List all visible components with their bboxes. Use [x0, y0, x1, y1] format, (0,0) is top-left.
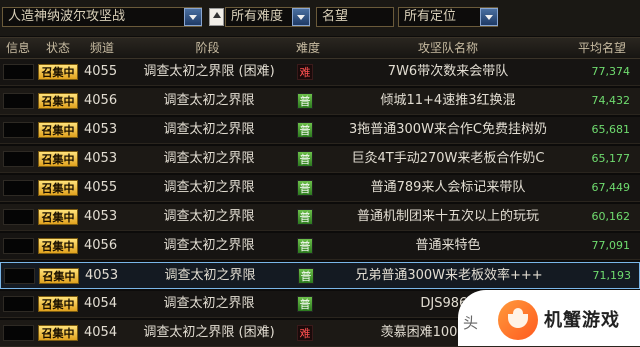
avg-reputation-cell: 74,432: [591, 94, 631, 107]
crab-logo-icon: [498, 300, 538, 340]
info-box: [3, 64, 34, 80]
info-box: [3, 238, 34, 254]
info-box: [3, 296, 34, 312]
reputation-input-placeholder: 名望: [322, 9, 349, 24]
table-row[interactable]: 召集中 4055 调查太初之界限 普 普通789来人会标记来带队 67,449: [0, 175, 640, 202]
team-name-cell: 普通来特色: [415, 238, 481, 253]
dungeon-select[interactable]: 人造神纳波尔攻坚战: [2, 7, 202, 27]
status-badge: 召集中: [38, 151, 78, 167]
status-badge: 召集中: [38, 93, 78, 109]
table-row-selected[interactable]: 召集中 4053 调查太初之界限 普 兄弟普通300W来老板效率+++ 71,1…: [0, 262, 640, 289]
stage-cell: 调查太初之界限 (困难): [143, 325, 275, 340]
table-row[interactable]: 召集中 4055 调查太初之界限 (困难) 难 7W6带次数来会带队 77,37…: [0, 59, 640, 86]
header-avg-reputation[interactable]: 平均名望: [566, 38, 638, 58]
difficulty-hard-icon: 难: [297, 64, 313, 80]
dungeon-select-value: 人造神纳波尔攻坚战: [8, 9, 126, 24]
channel-cell: 4053: [84, 151, 118, 166]
team-name-cell: 巨灸4T手动270W来老板合作奶C: [351, 151, 545, 166]
status-badge: 召集中: [38, 180, 78, 196]
reputation-input[interactable]: 名望: [316, 7, 394, 27]
position-select-value: 所有定位: [404, 9, 457, 24]
channel-cell: 4055: [84, 64, 118, 79]
info-box: [3, 122, 34, 138]
watermark-prefix: 头: [463, 314, 479, 332]
table-row[interactable]: 召集中 4056 调查太初之界限 普 普通来特色 77,091: [0, 233, 640, 260]
channel-cell: 4055: [84, 180, 118, 195]
table-row[interactable]: 召集中 4053 调查太初之界限 普 3拖普通300W来合作C免费挂树奶 65,…: [0, 117, 640, 144]
stage-cell: 调查太初之界限: [163, 180, 255, 195]
status-badge: 召集中: [39, 268, 79, 284]
table-header: 信息 状态 频道 阶段 难度 攻坚队名称 平均名望: [0, 37, 640, 59]
avg-reputation-cell: 67,449: [591, 181, 631, 194]
team-name-cell: 3拖普通300W来合作C免费挂树奶: [348, 122, 547, 137]
stage-cell: 调查太初之界限 (困难): [143, 64, 275, 79]
header-channel[interactable]: 频道: [82, 38, 122, 58]
header-stage[interactable]: 阶段: [125, 38, 290, 58]
watermark-brand: 机蟹游戏: [544, 310, 620, 331]
status-badge: 召集中: [38, 296, 78, 312]
table-row[interactable]: 召集中 4056 调查太初之界限 普 倾城11+4速推3红换混 74,432: [0, 88, 640, 115]
stage-cell: 调查太初之界限: [163, 151, 255, 166]
difficulty-normal-icon: 普: [297, 180, 313, 196]
avg-reputation-cell: 60,162: [591, 210, 631, 223]
stage-cell: 调查太初之界限: [163, 296, 255, 311]
info-box: [4, 268, 35, 284]
status-badge: 召集中: [38, 122, 78, 138]
stage-cell: 调查太初之界限: [163, 122, 255, 137]
avg-reputation-cell: 65,177: [591, 152, 631, 165]
info-box: [3, 325, 34, 341]
difficulty-select-value: 所有难度: [231, 9, 284, 24]
avg-reputation-cell: 65,681: [591, 123, 631, 136]
avg-reputation-cell: 71,193: [592, 269, 632, 282]
difficulty-normal-icon: 普: [297, 151, 313, 167]
team-name-cell: 7W6带次数来会带队: [387, 64, 509, 79]
info-box: [3, 209, 34, 225]
team-name-cell: 普通机制团来十五次以上的玩玩: [356, 209, 539, 224]
channel-cell: 4056: [84, 93, 118, 108]
team-name-cell: 兄弟普通300W来老板效率+++: [355, 268, 543, 283]
stage-cell: 调查太初之界限: [163, 238, 255, 253]
dungeon-dropdown-arrow-icon[interactable]: [184, 8, 202, 26]
position-dropdown-arrow-icon[interactable]: [480, 8, 498, 26]
avg-reputation-cell: 77,374: [591, 65, 631, 78]
difficulty-normal-icon: 普: [297, 296, 313, 312]
status-badge: 召集中: [38, 64, 78, 80]
channel-cell: 4053: [84, 122, 118, 137]
info-box: [3, 151, 34, 167]
header-team-name[interactable]: 攻坚队名称: [330, 38, 566, 58]
info-box: [3, 180, 34, 196]
difficulty-normal-icon: 普: [297, 238, 313, 254]
difficulty-dropdown-arrow-icon[interactable]: [292, 8, 310, 26]
stage-cell: 调查太初之界限: [163, 93, 255, 108]
table-row[interactable]: 召集中 4053 调查太初之界限 普 普通机制团来十五次以上的玩玩 60,162: [0, 204, 640, 231]
stage-cell: 调查太初之界限: [163, 209, 255, 224]
lock-icon[interactable]: [209, 8, 224, 26]
difficulty-normal-icon: 普: [297, 93, 313, 109]
info-box: [3, 93, 34, 109]
channel-cell: 4053: [84, 209, 118, 224]
header-difficulty[interactable]: 难度: [290, 38, 326, 58]
difficulty-normal-icon: 普: [297, 209, 313, 225]
avg-reputation-cell: 77,091: [591, 239, 631, 252]
status-badge: 召集中: [38, 209, 78, 225]
status-badge: 召集中: [38, 325, 78, 341]
team-name-cell: 普通789来人会标记来带队: [370, 180, 526, 195]
filter-bar: 人造神纳波尔攻坚战 所有难度 名望 所有定位: [0, 0, 640, 36]
difficulty-normal-icon: 普: [297, 122, 313, 138]
difficulty-hard-icon: 难: [297, 325, 313, 341]
team-name-cell: 倾城11+4速推3红换混: [380, 93, 516, 108]
channel-cell: 4054: [84, 296, 118, 311]
header-info[interactable]: 信息: [0, 38, 36, 58]
table-row[interactable]: 召集中 4053 调查太初之界限 普 巨灸4T手动270W来老板合作奶C 65,…: [0, 146, 640, 173]
stage-cell: 调查太初之界限: [164, 268, 256, 283]
channel-cell: 4054: [84, 325, 118, 340]
difficulty-normal-icon: 普: [298, 268, 314, 284]
header-status[interactable]: 状态: [38, 38, 78, 58]
channel-cell: 4053: [85, 268, 119, 283]
status-badge: 召集中: [38, 238, 78, 254]
channel-cell: 4056: [84, 238, 118, 253]
